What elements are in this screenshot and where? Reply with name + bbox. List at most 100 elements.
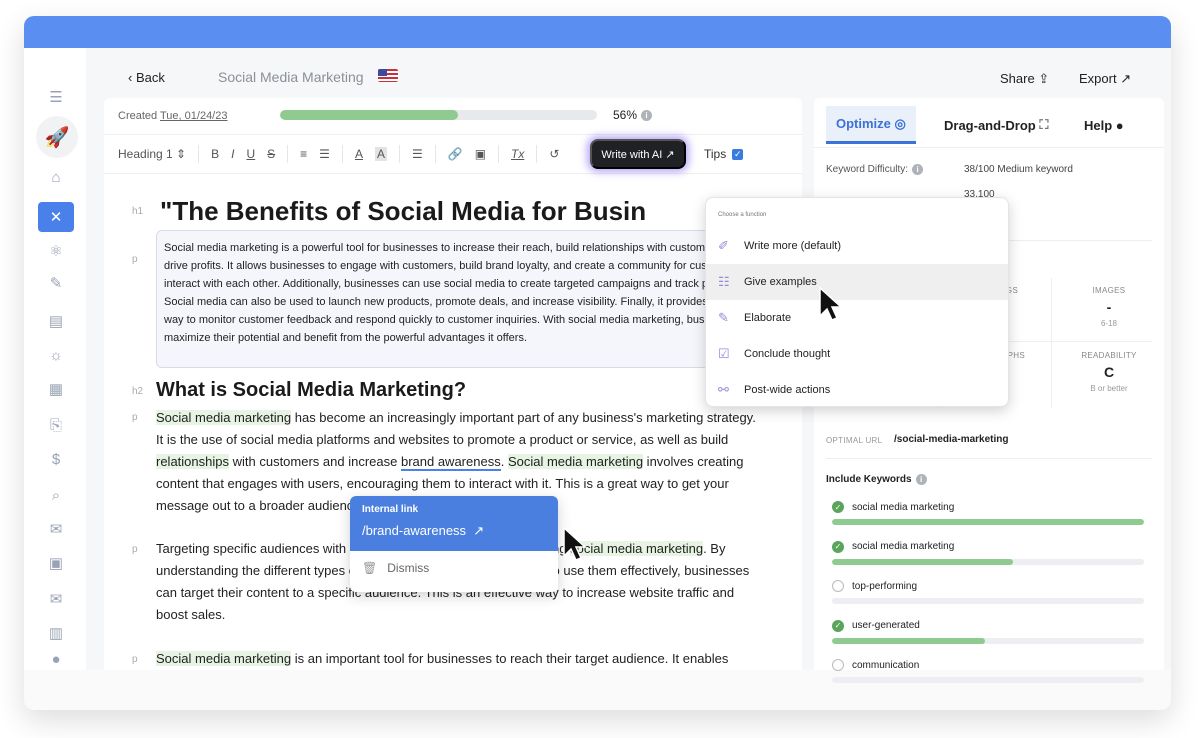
keyword-highlight: Social media marketing [156,651,292,666]
toolbar-divider [498,145,500,163]
tab-optimize[interactable]: Optimize ◎ [826,106,916,144]
share-button[interactable]: Share ⇪ [1000,71,1049,87]
menu-item-elaborate[interactable]: ✎ Elaborate [706,300,1008,336]
heading-select[interactable]: Heading 1 ⇕ [118,147,186,161]
menu-item-conclude-thought[interactable]: ☑ Conclude thought [706,336,1008,372]
menu-item-label: Give examples [744,276,817,288]
target-icon: ◎ [894,115,906,131]
menu-item-label: Elaborate [744,312,792,324]
menu-item-give-examples[interactable]: ☷ Give examples [706,264,1008,300]
align-icon[interactable]: ☰ [412,147,423,161]
help-circle-icon: ● [1115,117,1124,133]
rocket-logo-icon[interactable]: 🚀 [36,116,78,158]
keyword-progress [832,677,1144,683]
edit-icon[interactable]: ✎ [38,268,74,298]
tab-drag-and-drop[interactable]: Drag-and-Drop ⛶ [944,106,1048,144]
calendar-icon[interactable]: ▣ [38,548,74,578]
us-flag-icon[interactable] [378,69,398,82]
trash-icon: 🗑 [362,561,378,575]
paragraph-text: is an important tool for businesses to r… [291,651,729,666]
window-top-bar [24,16,1171,48]
bold-button[interactable]: B [211,147,219,161]
h2-heading[interactable]: What is Social Media Marketing? [156,379,466,402]
menu-icon[interactable]: ☰ [38,82,74,112]
menu-item-write-more[interactable]: ✐ Write more (default) [706,228,1008,264]
info-icon[interactable]: i [915,474,927,485]
toolbar-divider [287,145,289,163]
created-date: Created Tue, 01/24/23 [118,110,227,122]
internal-link-text[interactable]: brand awareness [400,454,501,471]
heading-select-value: Heading 1 [118,147,173,161]
share-nodes-icon: ⚯ [718,382,729,397]
mail-send-icon[interactable]: ✉ [38,584,74,614]
italic-button[interactable]: I [231,147,234,161]
created-date-value[interactable]: Tue, 01/24/23 [160,110,227,122]
keyword-label: social media marketing [852,501,955,513]
block-tag-p: p [132,412,138,423]
include-keywords-title: Include Keywords i [826,474,927,485]
internal-link-header[interactable]: Internal link /brand-awareness ↗ [350,496,558,551]
help-icon[interactable]: ● [38,644,74,674]
paragraph[interactable]: Social media marketing is an important t… [156,648,766,670]
tab-help[interactable]: Help ● [1084,106,1124,144]
link-url-text: /brand-awareness [362,523,467,538]
clear-format-icon[interactable]: Tx [511,147,524,161]
keyword-progress [832,637,1144,644]
seo-file-icon[interactable]: ▤ [38,306,74,336]
info-icon[interactable]: i [912,164,924,175]
tips-checkbox[interactable]: ✓ [732,149,744,161]
internal-link-url[interactable]: /brand-awareness ↗ [362,523,546,539]
menu-item-post-wide-actions[interactable]: ⚯ Post-wide actions [706,372,1008,408]
strikethrough-button[interactable]: S [267,147,275,161]
stat-readability: READABILITY C B or better [1059,351,1159,393]
keyword-item: communication [832,659,1144,683]
content-score-percent: 56% i [613,108,653,122]
keyword-highlight: relationships [156,454,229,469]
keyword-progress [832,519,1144,525]
keyword-row: ✓ user-generated [832,619,1144,632]
export-button[interactable]: Export ↗ [1079,71,1131,87]
undo-icon[interactable]: ↺ [549,147,559,161]
doc-search-icon[interactable]: ⎘ [38,410,74,440]
underline-button[interactable]: U [246,147,255,161]
bullet-list-icon[interactable]: ☰ [319,147,330,161]
analytics-search-icon[interactable]: ⌕ [38,480,74,510]
idea-bulb-icon[interactable]: ☼ [38,340,74,370]
list-icon: ☷ [718,274,730,289]
toolbar-divider [536,145,538,163]
toolbar-divider [341,145,343,163]
info-icon[interactable]: i [641,110,653,122]
stat-label: IMAGES [1092,286,1126,295]
money-bag-icon[interactable]: $ [38,444,74,474]
format-toolbar: Heading 1 ⇕ B I U S ≡ ☰ A A ☰ 🔗 ▣ Tx ↺ W… [104,134,802,174]
stat-range: 6-18 [1100,319,1117,328]
image-icon[interactable]: ▣ [475,147,486,161]
block-tag-p: p [132,254,138,265]
keyword-progress-fill [832,558,1013,565]
internal-link-label: Internal link [362,504,419,515]
selected-paragraph[interactable]: Social media marketing is a powerful too… [156,230,776,368]
write-with-ai-button[interactable]: Write with AI ↗ [590,139,686,169]
tab-label: Help [1084,117,1113,133]
web-page-icon[interactable]: ▦ [38,374,74,404]
tools-icon[interactable]: ✕ [38,202,74,232]
pen-icon: ✐ [718,238,729,253]
keyword-difficulty-value: 38/100 Medium keyword [964,164,1073,175]
link-icon[interactable]: 🔗 [448,147,463,161]
h1-heading[interactable]: "The Benefits of Social Media for Busin [160,196,646,227]
highlight-icon[interactable]: A [374,147,387,161]
tips-toggle[interactable]: Tips ✓ [704,147,744,161]
keyword-row: ✓ social media marketing [832,540,1144,553]
check-circle-icon: ✓ [832,501,844,513]
home-icon[interactable]: ⌂ [38,162,74,192]
inbox-icon[interactable]: ✉ [38,514,74,544]
text-color-icon[interactable]: A [355,147,363,161]
editor-content[interactable]: h1 "The Benefits of Social Media for Bus… [104,174,802,670]
atom-icon[interactable]: ⚛ [38,236,74,266]
dismiss-button[interactable]: 🗑 Dismiss [350,551,558,585]
ordered-list-icon[interactable]: ≡ [300,147,307,161]
empty-circle-icon [832,580,844,592]
menu-item-label: Post-wide actions [744,384,831,396]
back-button[interactable]: ‹ Back [128,70,165,85]
kd-label-text: Keyword Difficulty: [826,164,909,176]
